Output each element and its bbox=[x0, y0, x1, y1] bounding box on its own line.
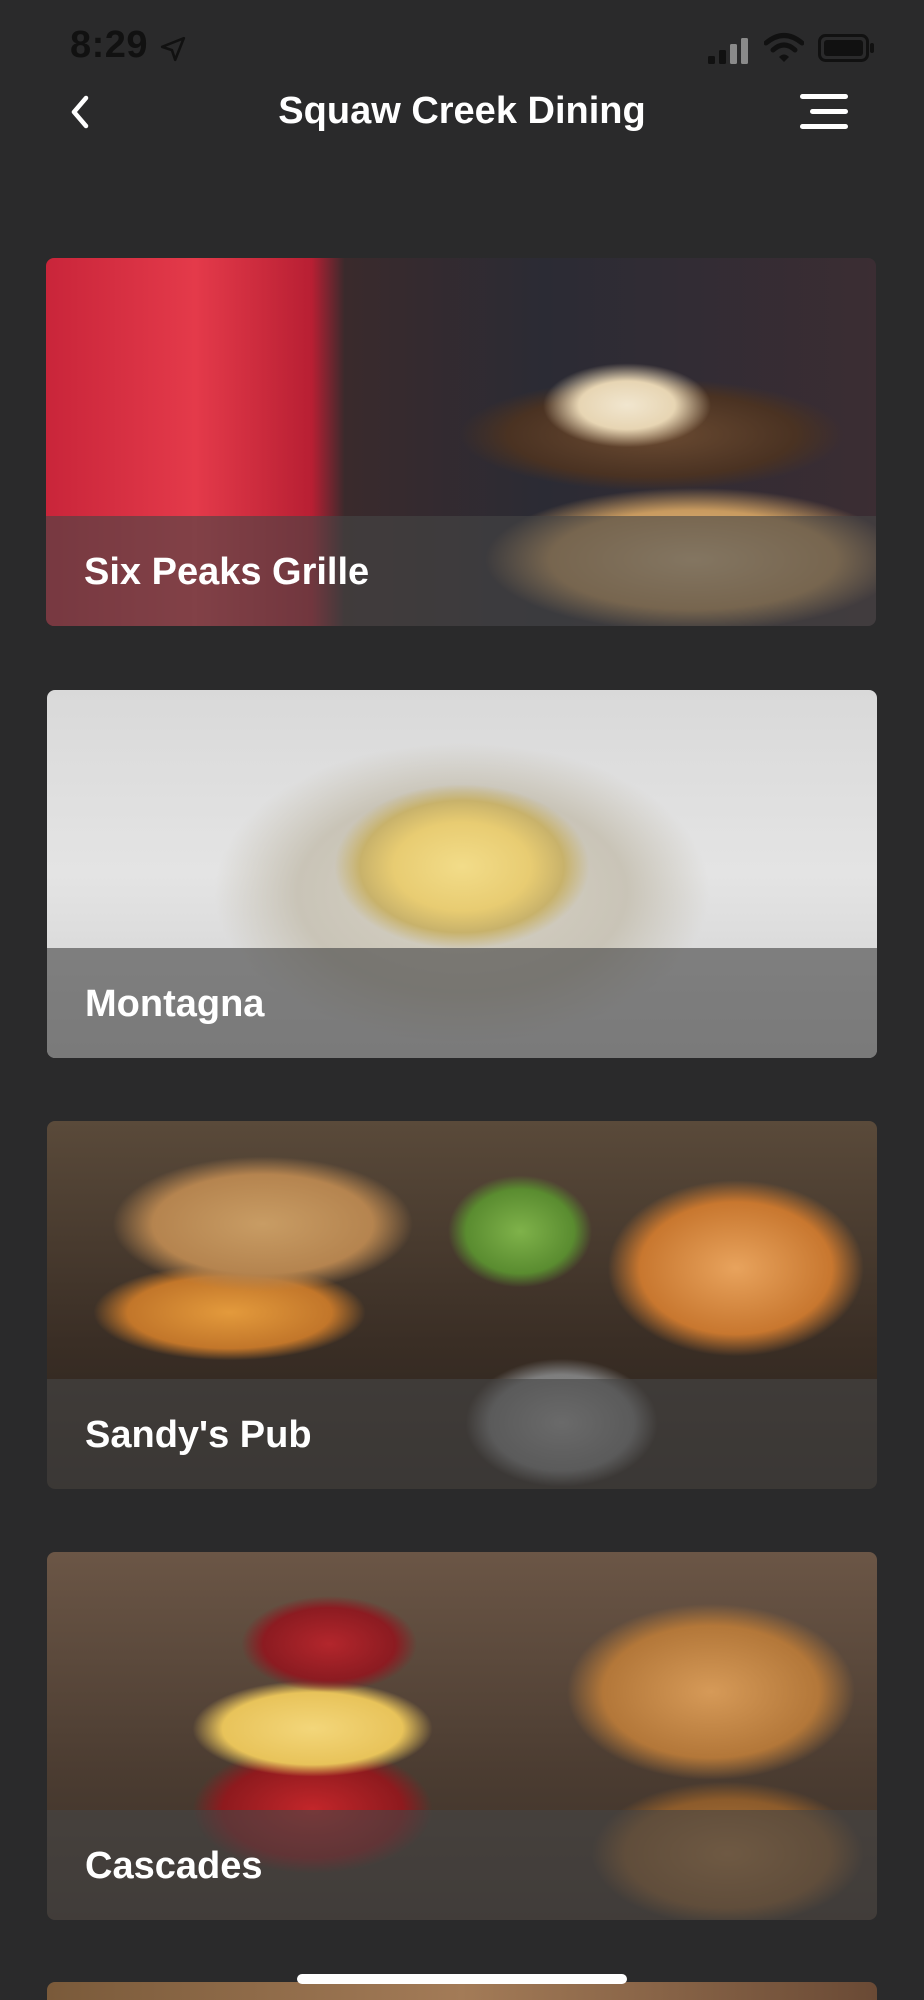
restaurant-photo bbox=[47, 1982, 877, 2000]
home-indicator[interactable] bbox=[297, 1974, 627, 1984]
menu-button[interactable] bbox=[796, 90, 852, 134]
restaurant-name: Cascades bbox=[85, 1845, 263, 1887]
restaurant-card-cascades[interactable]: Cascades bbox=[47, 1552, 877, 1920]
restaurant-name: Montagna bbox=[85, 983, 265, 1025]
status-time: 8:29 bbox=[70, 24, 149, 66]
page-title: Squaw Creek Dining bbox=[278, 90, 646, 132]
cellular-signal-icon bbox=[708, 38, 748, 64]
wifi-icon bbox=[764, 33, 804, 62]
screen: 8:29 Squaw Creek Dining Six Peaks Grille… bbox=[0, 0, 924, 2000]
restaurant-card-sandys-pub[interactable]: Sandy's Pub bbox=[47, 1121, 877, 1489]
restaurant-name: Six Peaks Grille bbox=[84, 551, 370, 593]
nav-bar: Squaw Creek Dining bbox=[0, 80, 924, 144]
restaurant-card-partial[interactable] bbox=[47, 1982, 877, 2000]
location-arrow-icon bbox=[160, 36, 186, 62]
battery-icon bbox=[818, 34, 874, 62]
restaurant-name: Sandy's Pub bbox=[85, 1414, 312, 1456]
restaurant-card-six-peaks-grille[interactable]: Six Peaks Grille bbox=[46, 258, 876, 626]
restaurant-card-montagna[interactable]: Montagna bbox=[47, 690, 877, 1058]
